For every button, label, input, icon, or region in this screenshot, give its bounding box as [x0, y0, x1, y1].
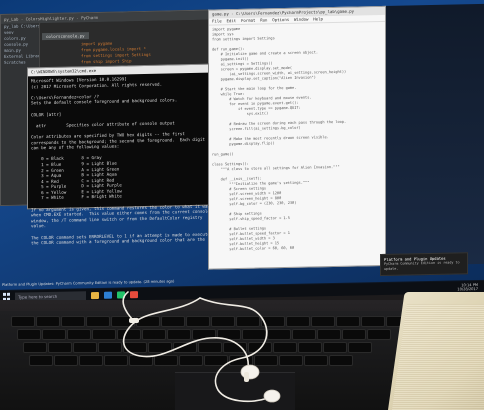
editor-text-area[interactable]: import pygame import sys from settings imp… [209, 22, 385, 266]
menu-help[interactable]: Help [313, 16, 323, 21]
menu-file[interactable]: File [212, 18, 222, 23]
menu-options[interactable]: Options [272, 17, 289, 22]
menu-edit[interactable]: Edit [226, 18, 236, 23]
menu-run[interactable]: Run [260, 17, 267, 22]
chrome-icon[interactable] [130, 290, 138, 298]
update-notification[interactable]: Platform and Plugin Updates PyCharm Comm… [380, 252, 468, 277]
editor-tab[interactable]: colorsconsole.py [42, 32, 89, 41]
trackpad [175, 372, 295, 410]
menu-window[interactable]: Window [294, 17, 308, 22]
edge-icon[interactable] [104, 291, 112, 299]
key-row [12, 317, 409, 326]
notification-text: PyCharm Community Edition is ready to up… [384, 260, 460, 271]
tree-item[interactable]: Scratches [1, 59, 39, 66]
book-pages [392, 304, 484, 410]
clock-date: 10/28/2017 [457, 286, 478, 292]
cmd-window[interactable]: C:\WINDOWS\system32\cmd.exe Microsoft Wi… [27, 63, 209, 246]
code-editor-window[interactable]: game.py - C:\Users\Fernandez\PycharmProj… [208, 5, 386, 270]
file-explorer-icon[interactable] [91, 291, 99, 299]
photo-scene: py_Lab - ColorsHighlighter.py - PyCharm … [0, 0, 484, 410]
desktop-dark-area [384, 3, 484, 266]
monitor-screen: py_Lab - ColorsHighlighter.py - PyCharm … [0, 0, 484, 303]
key-row [18, 330, 390, 339]
pycharm-icon[interactable] [117, 290, 125, 299]
taskbar-clock[interactable]: 10:14 PM 10/28/2017 [457, 283, 478, 291]
cmd-output[interactable]: Microsoft Windows [Version 10.0.16299] (c… [28, 73, 208, 249]
menu-format[interactable]: Format [241, 18, 255, 23]
key-row [30, 356, 352, 365]
key-row [24, 343, 371, 352]
